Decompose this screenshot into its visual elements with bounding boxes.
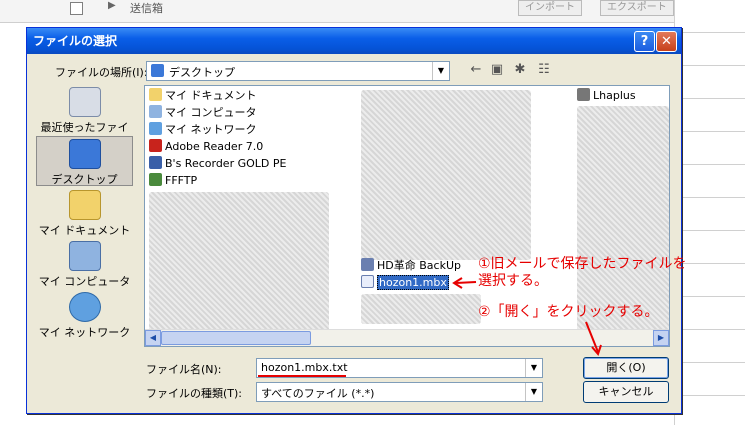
annotation-arrow-1 (455, 281, 477, 284)
annotation-arrows (452, 277, 602, 356)
annotation-step1-line2: 選択する。 (478, 273, 548, 289)
annotation-step2: ②「開く」をクリックする。 (478, 304, 659, 320)
